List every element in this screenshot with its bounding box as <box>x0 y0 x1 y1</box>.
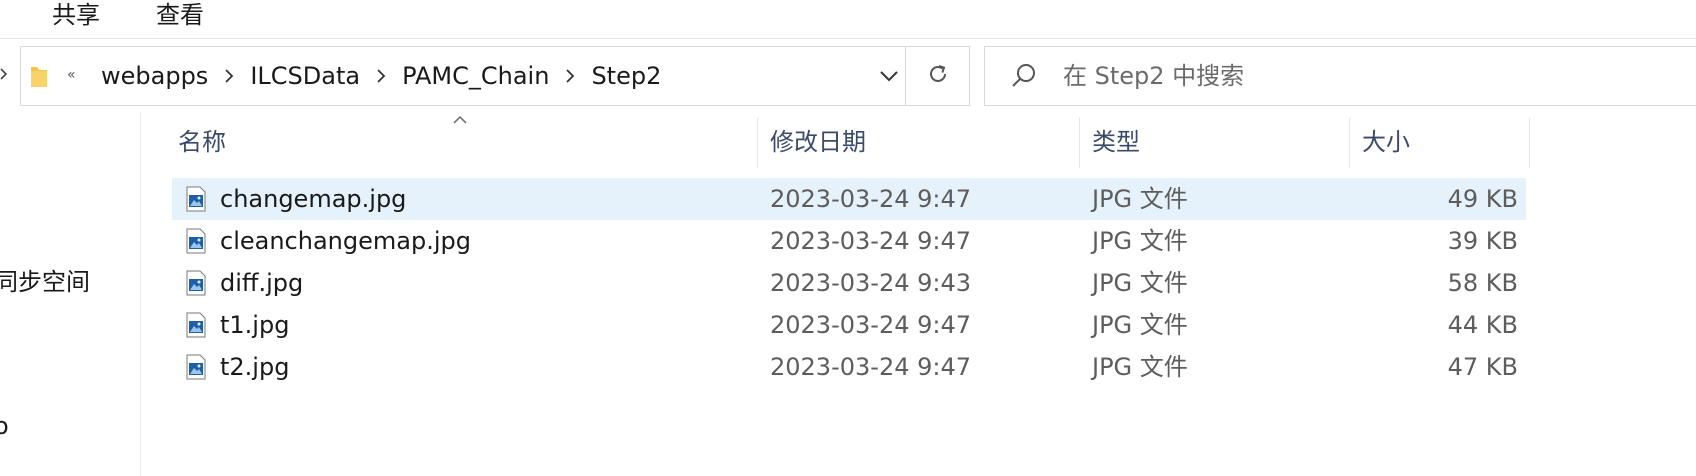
file-name[interactable]: t1.jpg <box>220 304 289 346</box>
jpg-image-file-icon <box>186 186 206 212</box>
jpg-image-file-icon <box>186 312 206 338</box>
file-row[interactable]: diff.jpg 2023-03-24 9:43 JPG 文件 58 KB <box>172 262 1526 304</box>
file-size: 49 KB <box>1447 185 1518 213</box>
ribbon-tabs: 共享 查看 <box>0 0 1696 39</box>
column-header-date[interactable]: 修改日期 <box>758 118 1080 168</box>
ribbon-tab-share[interactable]: 共享 <box>52 0 100 30</box>
file-size: 44 KB <box>1447 311 1518 339</box>
column-header-name[interactable]: 名称 <box>172 118 758 168</box>
breadcrumb: webapps ILCSData PAMC_Chain Step2 <box>93 47 669 105</box>
file-row[interactable]: t2.jpg 2023-03-24 9:47 JPG 文件 47 KB <box>172 346 1526 388</box>
column-header-size[interactable]: 大小 <box>1350 118 1530 168</box>
breadcrumb-ilcsdata[interactable]: ILCSData <box>242 62 368 90</box>
file-list: changemap.jpg 2023-03-24 9:47 JPG 文件 49 … <box>172 178 1526 388</box>
nav-item-partial[interactable]: o <box>0 412 9 440</box>
column-header-type[interactable]: 类型 <box>1080 118 1350 168</box>
folder-icon <box>29 63 49 87</box>
file-date: 2023-03-24 9:47 <box>770 311 971 339</box>
file-size: 39 KB <box>1447 227 1518 255</box>
breadcrumb-pamc-chain[interactable]: PAMC_Chain <box>394 62 557 90</box>
ribbon-tab-view[interactable]: 查看 <box>156 0 204 30</box>
breadcrumb-step2[interactable]: Step2 <box>583 62 669 90</box>
file-row[interactable]: cleanchangemap.jpg 2023-03-24 9:47 JPG 文… <box>172 220 1526 262</box>
breadcrumb-overflow[interactable]: « <box>67 63 76 87</box>
refresh-button[interactable] <box>905 46 970 106</box>
file-size: 47 KB <box>1447 353 1518 381</box>
file-type: JPG 文件 <box>1092 269 1188 297</box>
file-row[interactable]: t1.jpg 2023-03-24 9:47 JPG 文件 44 KB <box>172 304 1526 346</box>
chevron-right-icon[interactable] <box>368 68 394 84</box>
nav-item-sync-space[interactable]: 同步空间 <box>0 262 90 297</box>
address-bar[interactable]: « webapps ILCSData PAMC_Chain Step2 <box>20 46 970 106</box>
chevron-right-icon[interactable] <box>557 68 583 84</box>
search-input[interactable] <box>1063 47 1663 105</box>
file-type: JPG 文件 <box>1092 185 1188 213</box>
column-headers: 名称 修改日期 类型 大小 <box>172 118 1532 168</box>
file-name[interactable]: cleanchangemap.jpg <box>220 220 471 262</box>
navigation-pane: 同步空间 o <box>0 112 141 476</box>
file-date: 2023-03-24 9:47 <box>770 227 971 255</box>
file-type: JPG 文件 <box>1092 311 1188 339</box>
chevron-right-icon[interactable] <box>216 68 242 84</box>
file-type: JPG 文件 <box>1092 227 1188 255</box>
file-name[interactable]: t2.jpg <box>220 346 289 388</box>
file-type: JPG 文件 <box>1092 353 1188 381</box>
up-arrow-icon[interactable] <box>0 68 8 83</box>
file-size: 58 KB <box>1447 269 1518 297</box>
file-row[interactable]: changemap.jpg 2023-03-24 9:47 JPG 文件 49 … <box>172 178 1526 220</box>
breadcrumb-webapps[interactable]: webapps <box>93 62 216 90</box>
file-name[interactable]: diff.jpg <box>220 262 303 304</box>
jpg-image-file-icon <box>186 354 206 380</box>
search-box <box>984 46 1696 106</box>
search-icon <box>1009 61 1039 95</box>
jpg-image-file-icon <box>186 270 206 296</box>
jpg-image-file-icon <box>186 228 206 254</box>
file-date: 2023-03-24 9:47 <box>770 353 971 381</box>
file-name[interactable]: changemap.jpg <box>220 178 406 220</box>
refresh-icon <box>926 62 950 90</box>
file-date: 2023-03-24 9:43 <box>770 269 971 297</box>
file-date: 2023-03-24 9:47 <box>770 185 971 213</box>
